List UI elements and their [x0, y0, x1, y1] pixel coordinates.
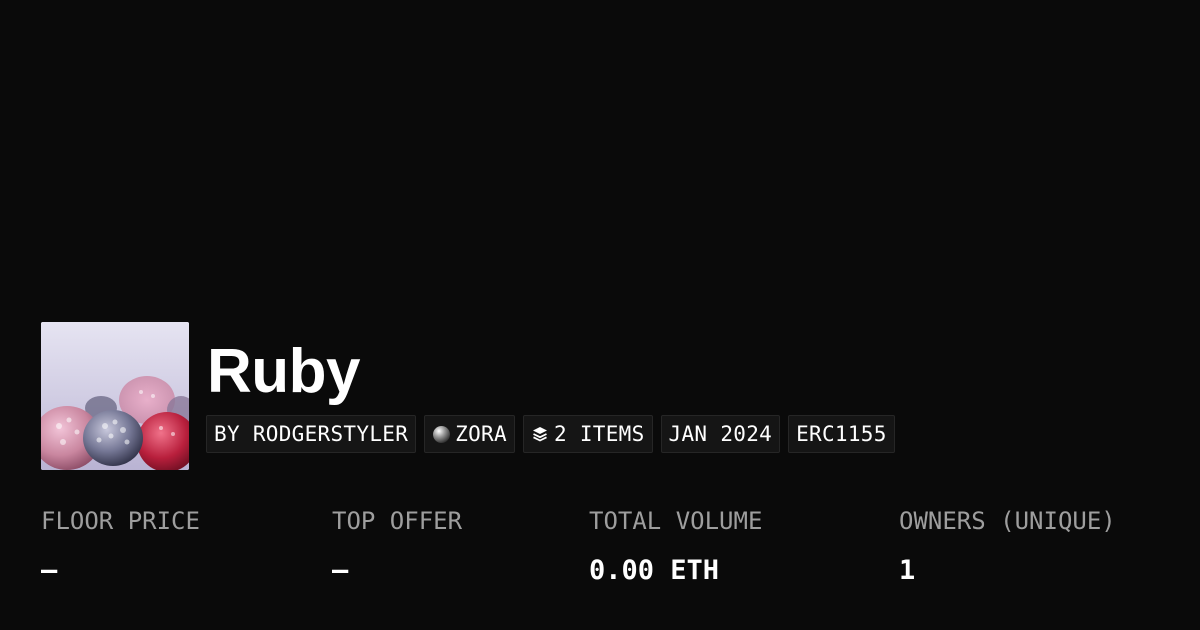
chain-tag[interactable]: ZORA	[424, 415, 515, 453]
date-label: JAN 2024	[668, 422, 773, 446]
top-offer-label: TOP OFFER	[332, 507, 463, 535]
standard-tag: ERC1155	[788, 415, 895, 453]
layers-icon	[531, 425, 550, 444]
floor-price-label: FLOOR PRICE	[41, 507, 200, 535]
collection-thumbnail	[41, 322, 189, 470]
date-tag: JAN 2024	[660, 415, 781, 453]
collection-title: Ruby	[207, 337, 361, 406]
total-volume-label: TOTAL VOLUME	[589, 507, 763, 535]
creator-tag[interactable]: BY RODGERSTYLER	[206, 415, 417, 453]
items-tag[interactable]: 2 ITEMS	[522, 415, 653, 453]
total-volume-value: 0.00 ETH	[589, 555, 720, 586]
items-label: 2 ITEMS	[553, 422, 645, 446]
zora-orb-icon	[432, 425, 451, 444]
owners-label: OWNERS (UNIQUE)	[899, 507, 1116, 535]
top-offer-value: –	[332, 555, 349, 586]
standard-label: ERC1155	[796, 422, 887, 446]
creator-label: BY RODGERSTYLER	[214, 422, 409, 446]
owners-value: 1	[899, 555, 916, 586]
floor-price-value: –	[41, 555, 58, 586]
chain-label: ZORA	[455, 422, 507, 446]
collection-tags: BY RODGERSTYLER ZORA 2 ITEMS JAN 2024 ER…	[206, 415, 895, 453]
